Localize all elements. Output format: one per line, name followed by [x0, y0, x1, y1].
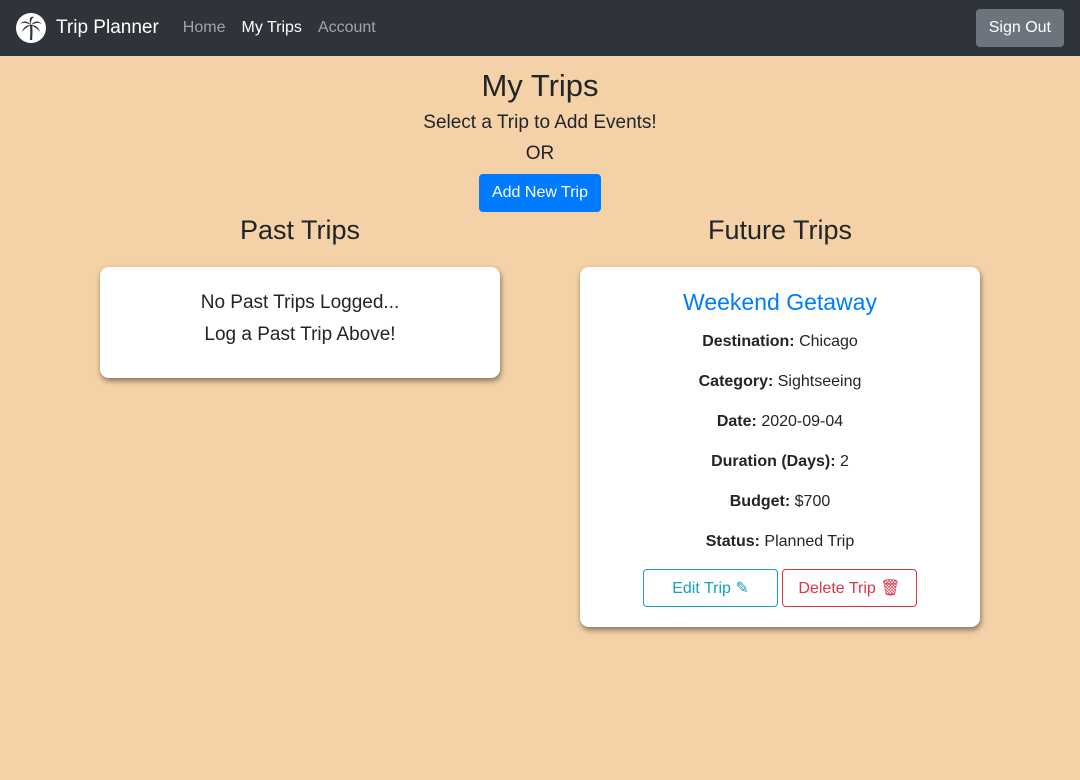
empty-message-line-2: Log a Past Trip Above!: [204, 324, 396, 345]
nav-link-my-trips[interactable]: My Trips: [241, 19, 301, 37]
trip-duration: Duration (Days): 2: [596, 451, 964, 473]
pencil-icon: ✎: [735, 578, 749, 597]
delete-trip-button[interactable]: Delete Trip 🗑: [782, 569, 917, 607]
trip-actions: Edit Trip ✎ Delete Trip 🗑: [596, 569, 964, 607]
navbar: Trip Planner Home My Trips Account Sign …: [0, 0, 1080, 56]
field-label: Date:: [716, 413, 757, 430]
field-value: Chicago: [799, 333, 858, 350]
field-label: Status:: [705, 533, 760, 550]
trip-status: Status: Planned Trip: [596, 531, 964, 553]
future-trips-column: Future Trips Weekend Getaway Destination…: [540, 214, 1020, 627]
trash-icon: 🗑: [880, 578, 901, 597]
edit-trip-button[interactable]: Edit Trip ✎: [643, 569, 778, 607]
past-trips-empty-card: No Past Trips Logged... Log a Past Trip …: [100, 267, 500, 378]
brand-name: Trip Planner: [56, 17, 159, 38]
field-value: 2020-09-04: [761, 413, 844, 430]
brand-link[interactable]: Trip Planner: [16, 13, 159, 43]
field-value: Sightseeing: [777, 373, 862, 390]
sign-out-button[interactable]: Sign Out: [975, 9, 1064, 47]
nav-links: Home My Trips Account: [183, 19, 392, 37]
trip-destination: Destination: Chicago: [596, 331, 964, 353]
add-new-trip-button[interactable]: Add New Trip: [478, 174, 602, 212]
nav-link-home[interactable]: Home: [183, 19, 226, 37]
empty-message-line-1: No Past Trips Logged...: [200, 292, 400, 313]
page-subtitle: Select a Trip to Add Events!: [423, 112, 657, 133]
trip-date: Date: 2020-09-04: [596, 411, 964, 433]
past-trips-column: Past Trips No Past Trips Logged... Log a…: [60, 214, 540, 627]
edit-trip-label: Edit Trip: [672, 580, 731, 597]
field-label: Destination:: [702, 333, 795, 350]
field-label: Category:: [698, 373, 774, 390]
palm-tree-icon: [16, 13, 46, 43]
field-value: 2: [840, 453, 849, 470]
future-trips-title: Future Trips: [707, 215, 853, 245]
trip-card: Weekend Getaway Destination: Chicago Cat…: [580, 267, 980, 627]
delete-trip-label: Delete Trip: [798, 580, 876, 597]
trip-columns: Past Trips No Past Trips Logged... Log a…: [0, 214, 1080, 627]
past-trips-title: Past Trips: [239, 215, 361, 245]
or-divider-text: OR: [525, 143, 555, 164]
field-label: Budget:: [729, 493, 791, 510]
field-value: $700: [794, 493, 831, 510]
trip-name-link[interactable]: Weekend Getaway: [596, 287, 964, 317]
page-header: My Trips Select a Trip to Add Events! OR…: [0, 56, 1080, 212]
nav-link-account[interactable]: Account: [318, 19, 376, 37]
trip-category: Category: Sightseeing: [596, 371, 964, 393]
page-title: My Trips: [481, 68, 599, 103]
trip-budget: Budget: $700: [596, 491, 964, 513]
field-value: Planned Trip: [764, 533, 855, 550]
field-label: Duration (Days):: [711, 453, 836, 470]
